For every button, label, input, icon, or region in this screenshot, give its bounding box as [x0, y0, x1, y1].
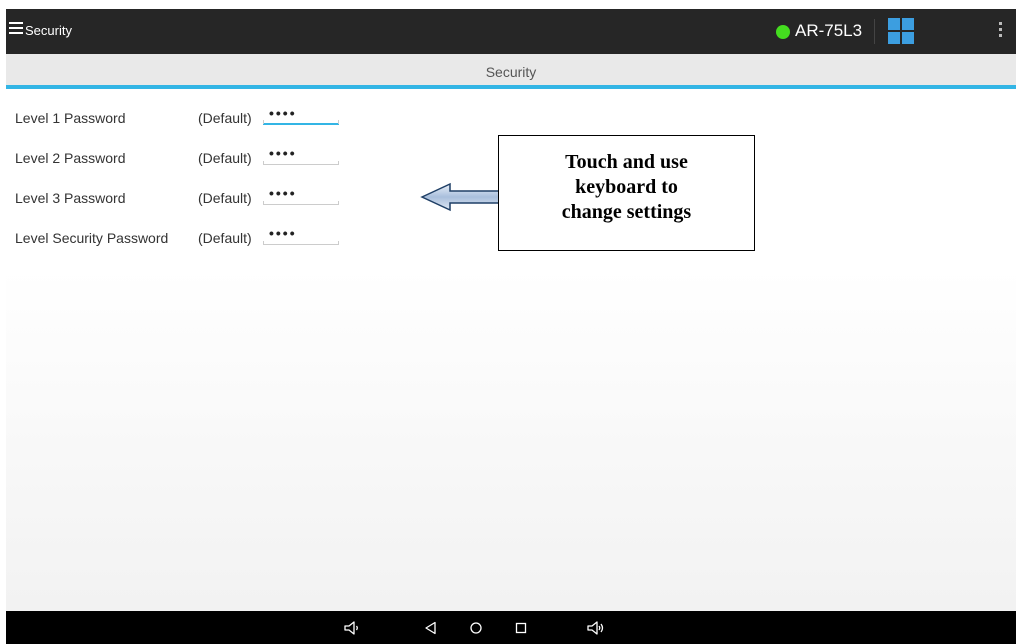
volume-up-icon[interactable] — [587, 619, 605, 637]
default-indicator: (Default) — [198, 190, 252, 206]
default-indicator: (Default) — [198, 230, 252, 246]
password-input[interactable]: •••• — [263, 185, 339, 205]
password-label: Level 3 Password — [15, 190, 126, 206]
callout-box: Touch and use keyboard to change setting… — [498, 135, 755, 251]
password-input[interactable]: •••• — [263, 105, 339, 125]
password-input[interactable]: •••• — [263, 145, 339, 165]
section-header: Security — [6, 54, 1016, 89]
password-label: Level 1 Password — [15, 110, 126, 126]
password-row-level-3: Level 3 Password (Default) •••• — [6, 183, 406, 213]
app-bar-divider — [874, 19, 875, 44]
app-bar: Security AR-75L3 — [6, 9, 1016, 54]
overflow-menu-icon[interactable] — [999, 22, 1003, 42]
password-row-level-security: Level Security Password (Default) •••• — [6, 223, 406, 253]
app-bar-title: Security — [25, 23, 72, 38]
recents-icon[interactable] — [512, 619, 530, 637]
callout-line: change settings — [561, 201, 692, 223]
callout-line: keyboard to — [575, 176, 678, 198]
password-row-level-2: Level 2 Password (Default) •••• — [6, 143, 406, 173]
callout-line: Touch and use — [565, 151, 688, 173]
password-label: Level Security Password — [15, 230, 169, 246]
password-row-level-1: Level 1 Password (Default) •••• — [6, 103, 406, 133]
device-screen: Security AR-75L3 Security Level 1 Passwo… — [6, 9, 1016, 644]
status-dot-icon — [776, 25, 790, 39]
default-indicator: (Default) — [198, 150, 252, 166]
home-icon[interactable] — [467, 619, 485, 637]
left-arrow-icon — [420, 182, 501, 212]
grid-apps-icon[interactable] — [888, 18, 914, 44]
device-name[interactable]: AR-75L3 — [795, 21, 862, 41]
default-indicator: (Default) — [198, 110, 252, 126]
password-label: Level 2 Password — [15, 150, 126, 166]
volume-down-icon[interactable] — [343, 619, 361, 637]
hamburger-menu-icon[interactable] — [9, 22, 23, 34]
system-navigation-bar — [6, 611, 1016, 644]
back-icon[interactable] — [422, 619, 440, 637]
password-input[interactable]: •••• — [263, 225, 339, 245]
